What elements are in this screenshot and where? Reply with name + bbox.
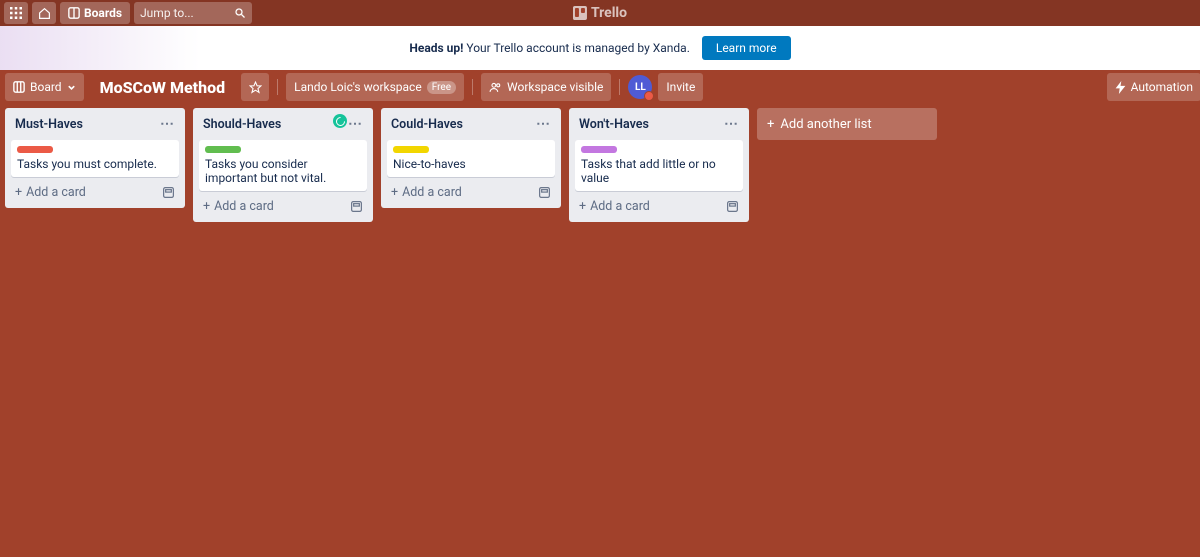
list-should-haves: Should-Haves ⋯ Tasks you consider import… [193, 108, 373, 222]
template-icon [162, 186, 175, 199]
workspace-name: Lando Loic's workspace [294, 80, 422, 94]
top-header: Boards Jump to... Trello [0, 0, 1200, 26]
template-icon [726, 200, 739, 213]
avatar-badge-icon [644, 91, 654, 101]
search-icon [234, 7, 246, 19]
card-label[interactable] [17, 146, 53, 153]
people-icon [489, 81, 502, 94]
card[interactable]: Tasks you consider important but not vit… [199, 140, 367, 191]
list-title: Could-Haves [391, 117, 463, 132]
divider [472, 79, 473, 95]
card[interactable]: Nice-to-haves [387, 140, 555, 177]
add-card-label: Add a card [26, 185, 86, 200]
banner-message: Your Trello account is managed by Xanda. [463, 41, 689, 55]
board-view-label: Board [30, 80, 62, 94]
learn-more-button[interactable]: Learn more [702, 36, 791, 60]
visibility-button[interactable]: Workspace visible [481, 73, 611, 101]
automation-button[interactable]: Automation [1107, 73, 1200, 101]
invite-button[interactable]: Invite [658, 73, 703, 101]
brand: Trello [573, 0, 627, 26]
member-avatar[interactable]: LL [628, 75, 652, 99]
boards-label: Boards [84, 6, 122, 20]
list-title: Should-Haves [203, 117, 281, 132]
list-menu-button[interactable]: ⋯ [536, 116, 551, 132]
board-icon [68, 7, 80, 19]
template-icon [538, 186, 551, 199]
list-title: Must-Haves [15, 117, 83, 132]
add-card-label: Add a card [590, 199, 650, 214]
card-label[interactable] [393, 146, 429, 153]
plus-icon: + [203, 199, 210, 214]
chevron-down-icon [67, 83, 76, 92]
board-name[interactable]: MoSCoW Method [90, 73, 236, 101]
template-button[interactable] [538, 186, 551, 199]
list-title: Won't-Haves [579, 117, 649, 132]
apps-button[interactable] [4, 2, 28, 24]
jump-search[interactable]: Jump to... [134, 2, 252, 24]
free-badge: Free [427, 81, 456, 94]
add-list-button[interactable]: + Add another list [757, 108, 937, 140]
list-could-haves: Could-Haves ⋯ Nice-to-haves + Add a card [381, 108, 561, 208]
star-button[interactable] [241, 73, 269, 101]
template-button[interactable] [162, 186, 175, 199]
card[interactable]: Tasks that add little or no value [575, 140, 743, 191]
divider [619, 79, 620, 95]
plus-icon: + [579, 199, 586, 214]
brand-name: Trello [591, 5, 627, 21]
template-icon [350, 200, 363, 213]
template-button[interactable] [726, 200, 739, 213]
banner-gradient [0, 26, 200, 70]
bolt-icon [1115, 81, 1126, 94]
board-view-button[interactable]: Board [5, 73, 84, 101]
list-header[interactable]: Won't-Haves ⋯ [575, 114, 743, 134]
list-must-haves: Must-Haves ⋯ Tasks you must complete. + A… [5, 108, 185, 208]
info-banner: Heads up! Your Trello account is managed… [0, 26, 1200, 70]
avatar-initials: LL [635, 82, 646, 93]
list-menu-button[interactable]: ⋯ [160, 116, 175, 132]
template-button[interactable] [350, 200, 363, 213]
home-icon [38, 7, 51, 20]
add-card-label: Add a card [214, 199, 274, 214]
trello-logo-icon [573, 6, 587, 20]
card[interactable]: Tasks you must complete. [11, 140, 179, 177]
banner-heads-up: Heads up! [409, 41, 463, 55]
list-header[interactable]: Must-Haves ⋯ [11, 114, 179, 134]
card-text: Tasks you must complete. [17, 157, 157, 171]
visibility-label: Workspace visible [507, 80, 603, 94]
automation-label: Automation [1131, 80, 1193, 94]
add-card-button[interactable]: + Add a card [575, 197, 743, 216]
home-button[interactable] [32, 2, 56, 24]
grammarly-icon[interactable] [333, 114, 347, 128]
boards-button[interactable]: Boards [60, 2, 130, 24]
list-menu-button[interactable]: ⋯ [724, 116, 739, 132]
add-card-button[interactable]: + Add a card [11, 183, 179, 202]
add-card-button[interactable]: + Add a card [199, 197, 367, 216]
card-label[interactable] [581, 146, 617, 153]
card-text: Tasks that add little or no value [581, 157, 716, 185]
card-text: Tasks you consider important but not vit… [205, 157, 326, 185]
list-header[interactable]: Could-Haves ⋯ [387, 114, 555, 134]
plus-icon: + [15, 185, 22, 200]
board-header: Board MoSCoW Method Lando Loic's workspa… [0, 70, 1200, 104]
add-card-button[interactable]: + Add a card [387, 183, 555, 202]
workspace-button[interactable]: Lando Loic's workspace Free [286, 73, 464, 101]
jump-placeholder: Jump to... [140, 6, 234, 20]
card-label[interactable] [205, 146, 241, 153]
board-canvas: Must-Haves ⋯ Tasks you must complete. + A… [0, 104, 1200, 226]
card-text: Nice-to-haves [393, 157, 466, 171]
list-menu-button[interactable]: ⋯ [348, 116, 363, 132]
plus-icon: + [767, 117, 774, 132]
list-header[interactable]: Should-Haves ⋯ [199, 114, 367, 134]
star-icon [249, 81, 262, 94]
add-card-label: Add a card [402, 185, 462, 200]
list-wont-haves: Won't-Haves ⋯ Tasks that add little or n… [569, 108, 749, 222]
divider [277, 79, 278, 95]
board-view-icon [13, 81, 25, 93]
banner-text: Heads up! Your Trello account is managed… [409, 41, 689, 55]
add-list-label: Add another list [780, 117, 871, 132]
plus-icon: + [391, 185, 398, 200]
grid-icon [10, 7, 22, 19]
